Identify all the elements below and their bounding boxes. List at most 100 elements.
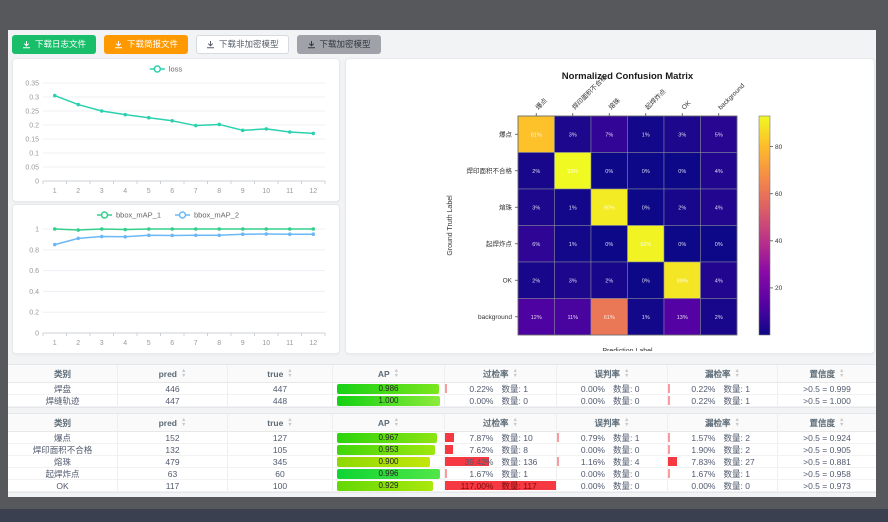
download-unencrypted-model-button[interactable]: 下载非加密模型 — [196, 35, 289, 54]
column-header-mis[interactable]: 误判率▲▼ — [557, 365, 668, 383]
rate-count: 数量: 4 — [613, 456, 661, 468]
column-header-label: 过检率 — [483, 368, 509, 380]
cell-pred: 117 — [118, 480, 228, 492]
table-row: 焊印面积不合格1321050.9537.62%数量: 80.00%数量: 01.… — [8, 444, 876, 456]
column-header-miss[interactable]: 漏检率▲▼ — [668, 365, 778, 383]
legend-item[interactable]: bbox_mAP_2 — [175, 211, 239, 220]
row-label: OK — [503, 277, 513, 284]
column-header-label: 漏检率 — [705, 417, 731, 429]
data-point — [217, 227, 221, 231]
sort-icon: ▲▼ — [513, 418, 518, 427]
column-header-true[interactable]: true▲▼ — [228, 365, 333, 383]
data-point — [264, 227, 268, 231]
ap-bar-track: 0.967 — [337, 433, 440, 443]
x-tick-label: 5 — [147, 188, 151, 195]
matrix-cell-value: 12% — [531, 315, 542, 321]
row-label: 爆点 — [499, 129, 513, 138]
ap-bar-track: 0.996 — [337, 469, 440, 479]
column-header-conf[interactable]: 置信度▲▼ — [778, 365, 876, 383]
rate-count: 数量: 136 — [502, 456, 550, 468]
column-header-conf[interactable]: 置信度▲▼ — [778, 414, 876, 432]
column-label: background — [717, 82, 746, 111]
cell-confidence: >0.5 = 1.000 — [778, 395, 876, 407]
x-tick-label: 10 — [262, 188, 270, 195]
y-tick-label: 0.2 — [29, 123, 39, 130]
matrix-cell-value: 1% — [569, 242, 577, 248]
ap-bar-track: 0.929 — [337, 481, 440, 491]
matrix-cell-value: 81% — [531, 132, 542, 138]
cell-class-name: 起焊炸点 — [8, 468, 118, 480]
ap-bar-track: 1.000 — [337, 396, 440, 406]
ap-bar-track: 0.900 — [337, 457, 440, 467]
rate-text: 0.22%数量: 1 — [452, 383, 550, 395]
rate-value: 0.22% — [674, 384, 716, 394]
sort-icon: ▲▼ — [624, 418, 629, 427]
column-header-over[interactable]: 过检率▲▼ — [445, 365, 557, 383]
matrix-cell-value: 93% — [567, 169, 578, 175]
rate-count: 数量: 2 — [724, 444, 772, 456]
column-header-ap[interactable]: AP▲▼ — [333, 365, 445, 383]
table-header-row: 类别pred▲▼true▲▼AP▲▼过检率▲▼误判率▲▼漏检率▲▼置信度▲▼ — [8, 365, 876, 383]
rate-count: 数量: 1 — [613, 432, 661, 444]
data-point — [53, 243, 57, 247]
download-report-button[interactable]: 下载简报文件 — [104, 35, 188, 54]
matrix-cell-value: 7% — [605, 132, 613, 138]
matrix-cell-value: 11% — [567, 315, 578, 321]
dashboard: 下载日志文件 下载简报文件 下载非加密模型 下载加密模型 00.050.10.1… — [8, 30, 876, 497]
rate-count: 数量: 0 — [613, 480, 661, 492]
table-row: 爆点1521270.9677.87%数量: 100.79%数量: 11.57%数… — [8, 432, 876, 444]
download-encrypted-model-label: 下载加密模型 — [320, 40, 371, 49]
x-axis-title: Prediction Label — [602, 348, 653, 351]
cell-confidence: >0.5 = 0.999 — [778, 383, 876, 395]
column-header-label: 漏检率 — [705, 368, 731, 380]
y-tick-label: 1 — [35, 227, 39, 234]
series-line — [55, 96, 314, 134]
column-header-label: 置信度 — [810, 417, 836, 429]
x-tick-label: 9 — [241, 188, 245, 195]
column-header-true[interactable]: true▲▼ — [228, 414, 333, 432]
cell-pred: 63 — [118, 468, 228, 480]
sort-icon: ▲▼ — [735, 418, 740, 427]
column-header-mis[interactable]: 误判率▲▼ — [557, 414, 668, 432]
data-point — [241, 232, 245, 236]
data-point — [123, 113, 127, 117]
class-metrics-table: 类别pred▲▼true▲▼AP▲▼过检率▲▼误判率▲▼漏检率▲▼置信度▲▼爆点… — [8, 413, 876, 493]
cell-pred: 132 — [118, 444, 228, 456]
matrix-cell-value: 0% — [715, 242, 723, 248]
rate-value: 1.67% — [452, 469, 494, 479]
cell-ap: 0.996 — [333, 468, 445, 480]
column-label: OK — [681, 99, 693, 111]
download-encrypted-model-button[interactable]: 下载加密模型 — [297, 35, 381, 54]
rate-text: 0.79%数量: 1 — [563, 432, 661, 444]
rate-text: 0.00%数量: 0 — [563, 395, 661, 407]
cell-misjudge: 1.16%数量: 4 — [557, 456, 668, 468]
x-tick-label: 2 — [76, 188, 80, 195]
x-tick-label: 6 — [170, 188, 174, 195]
y-tick-label: 0.2 — [29, 310, 39, 317]
column-header-miss[interactable]: 漏检率 ▲▼ — [668, 414, 778, 432]
cell-confidence: >0.5 = 0.924 — [778, 432, 876, 444]
data-point — [288, 232, 292, 236]
ap-value: 0.929 — [337, 481, 440, 491]
column-header-ap[interactable]: AP▲▼ — [333, 414, 445, 432]
y-tick-label: 0 — [35, 331, 39, 338]
column-header-pred[interactable]: pred▲▼ — [118, 365, 228, 383]
cell-class-name: 爆点 — [8, 432, 118, 444]
cell-pred: 447 — [118, 395, 228, 407]
data-point — [264, 232, 268, 236]
legend-item[interactable]: bbox_mAP_1 — [97, 211, 161, 220]
download-log-button[interactable]: 下载日志文件 — [12, 35, 96, 54]
colorbar-tick-label: 20 — [775, 285, 783, 292]
line-chart: 00.20.40.60.81123456789101112bbox_mAP_1b… — [13, 205, 337, 351]
rate-value: 7.83% — [674, 457, 716, 467]
column-header-name: 类别 — [8, 414, 118, 432]
column-header-label: 过检率 — [483, 417, 509, 429]
ap-value: 0.900 — [337, 457, 440, 467]
cell-missed-detection: 1.67%数量: 1 — [668, 468, 778, 480]
x-tick-label: 12 — [309, 188, 317, 195]
y-tick-label: 0.3 — [29, 95, 39, 102]
column-header-over[interactable]: 过检率 ▲▼ — [445, 414, 557, 432]
column-header-pred[interactable]: pred▲▼ — [118, 414, 228, 432]
legend-item[interactable]: loss — [150, 65, 183, 74]
rate-text: 0.00%数量: 0 — [452, 395, 550, 407]
